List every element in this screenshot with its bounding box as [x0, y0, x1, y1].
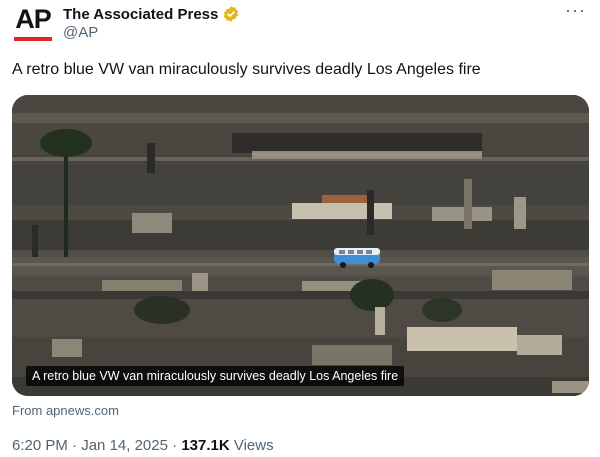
ap-logo-avatar[interactable]: AP [12, 4, 54, 44]
tweet-time[interactable]: 6:20 PM [12, 437, 68, 454]
meta-separator: · [67, 437, 82, 454]
tweet-metadata: 6:20 PM · Jan 14, 2025 · 137.1K Views [12, 437, 274, 454]
image-caption: A retro blue VW van miraculously survive… [26, 366, 405, 386]
tweet-text: A retro blue VW van miraculously survive… [12, 61, 481, 78]
tweet-date[interactable]: Jan 14, 2025 [81, 437, 168, 454]
views-label: Views [229, 437, 274, 454]
burned-neighborhood-photo [12, 95, 589, 396]
author-display-name[interactable]: The Associated Press [63, 6, 218, 23]
ap-logo-text: AP [15, 4, 52, 34]
verified-badge-icon[interactable] [222, 5, 240, 23]
more-options-icon[interactable]: ··· [565, 0, 586, 21]
meta-separator-2: · [167, 437, 182, 454]
author-handle[interactable]: @AP [63, 24, 98, 41]
author-name-row: The Associated Press [63, 5, 240, 23]
views-count: 137.1K [181, 437, 230, 454]
link-source[interactable]: From apnews.com [12, 403, 119, 418]
tweet-image[interactable] [12, 95, 589, 396]
ap-logo-red-bar [14, 37, 52, 41]
